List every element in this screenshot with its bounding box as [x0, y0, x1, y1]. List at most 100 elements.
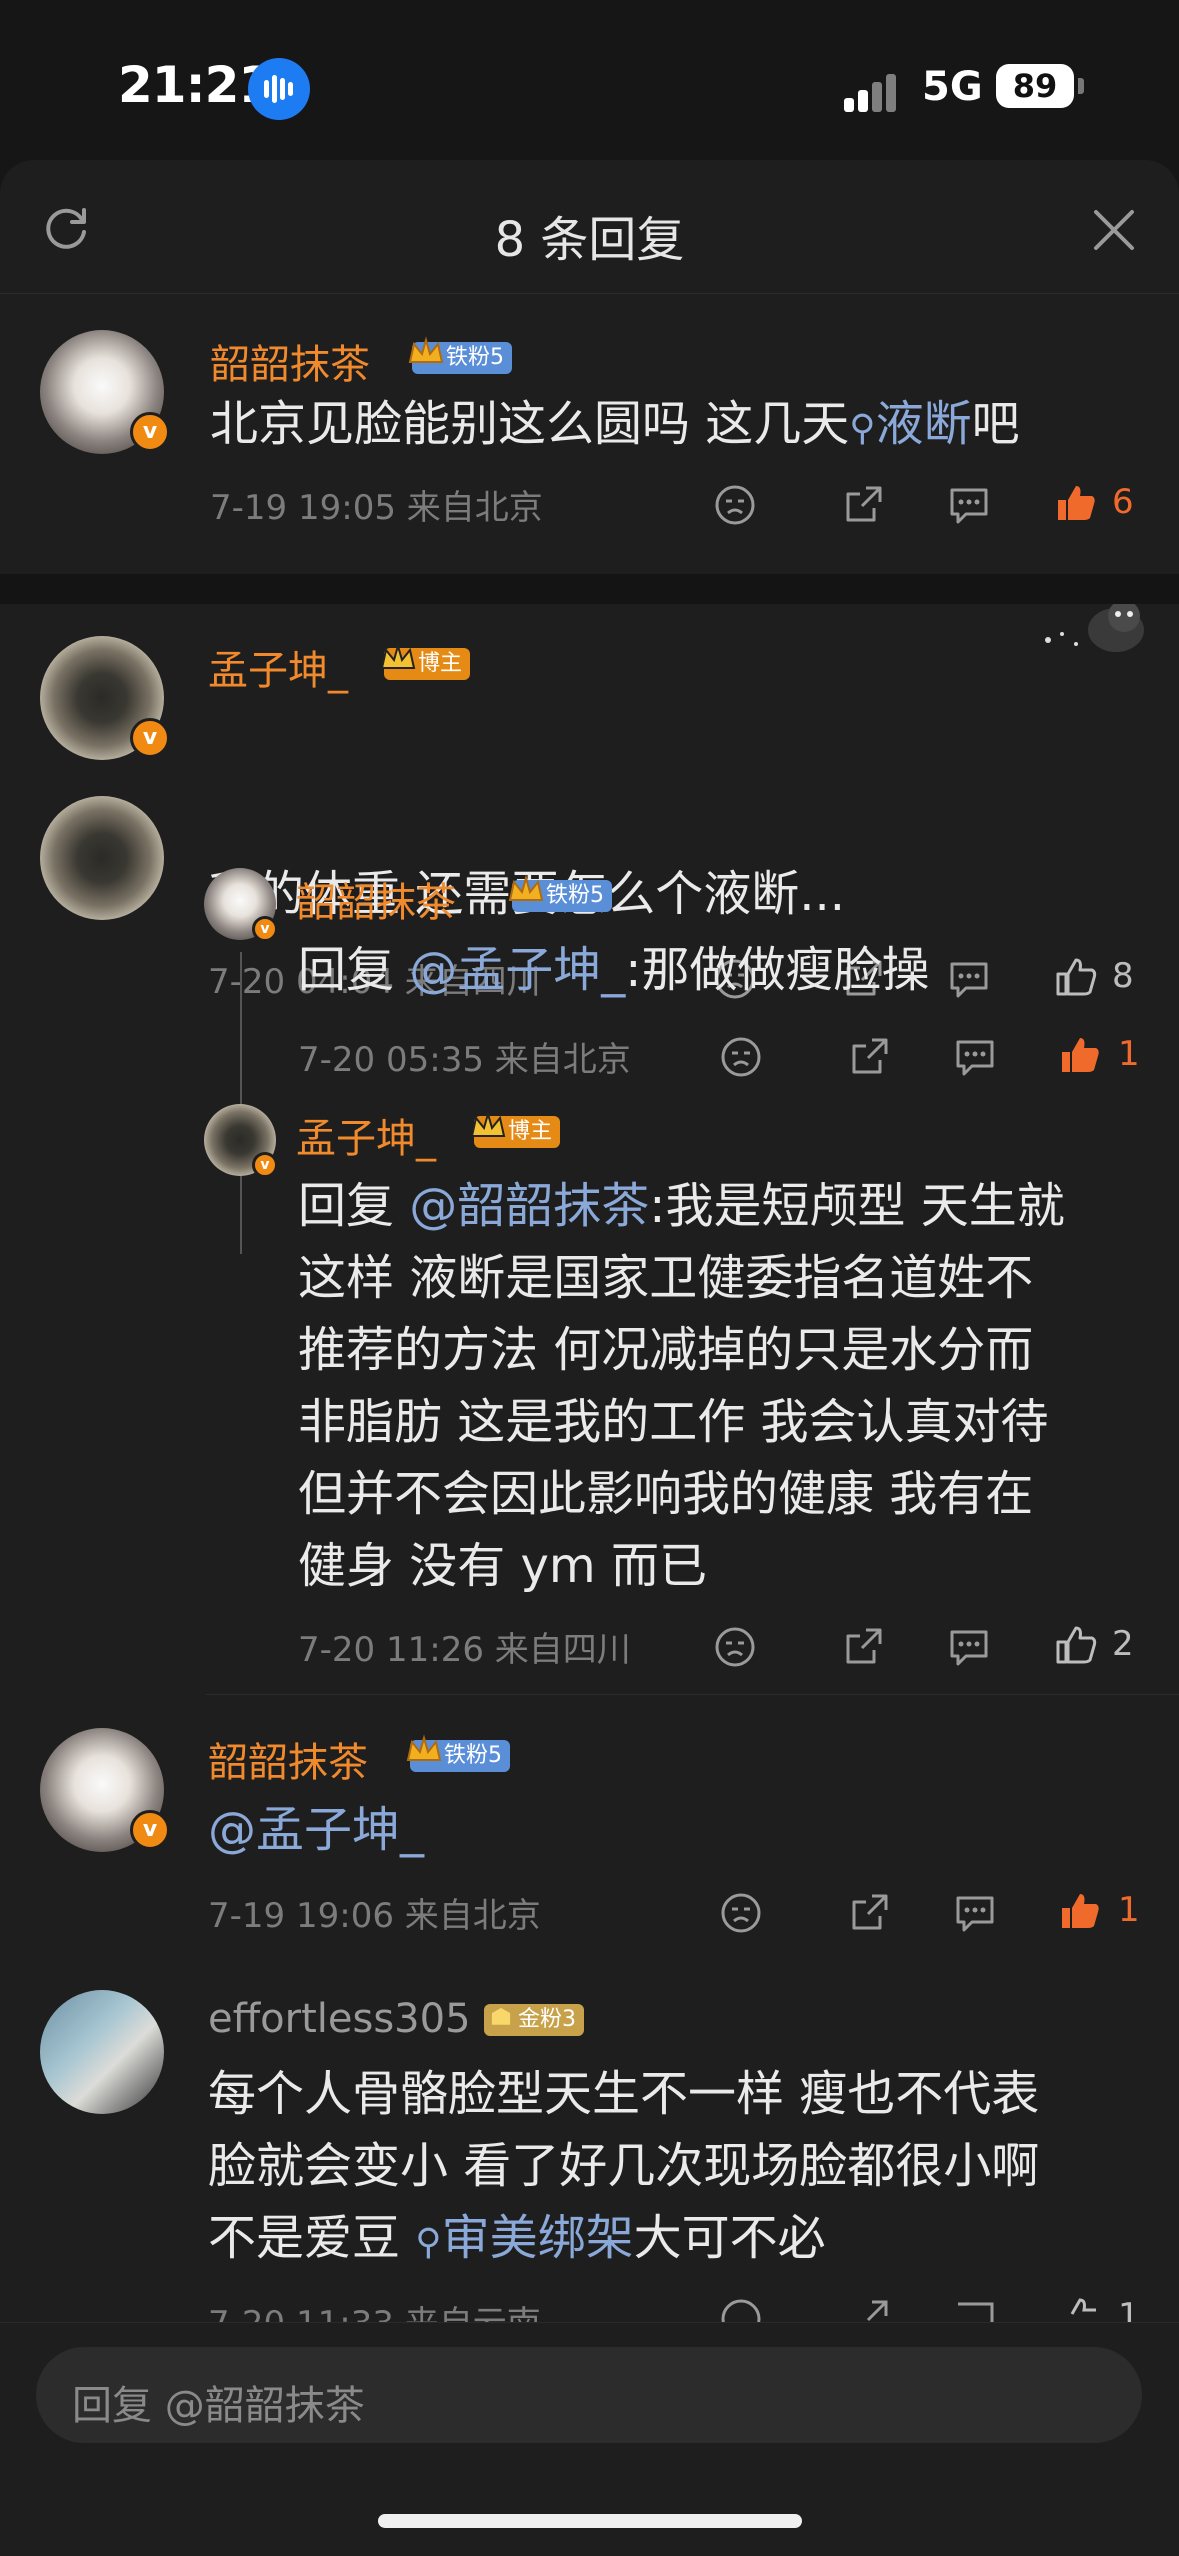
like-count: 1 [1118, 1890, 1140, 1930]
comment-icon[interactable] [952, 1034, 998, 1080]
topic-label: 审美绑架 [441, 2210, 634, 2266]
sheet-title: 8 条回复 [494, 212, 685, 268]
row-divider [206, 1694, 1179, 1695]
verified-badge-icon: v [252, 1152, 278, 1178]
like-count: 8 [1112, 956, 1134, 996]
topic-link[interactable]: ⚲审美绑架 [415, 2210, 633, 2266]
share-icon[interactable] [846, 1890, 892, 1936]
reply-text: 回复 @韶韶抹茶:我是短颅型 天生就 这样 液断是国家卫健委指名道姓不 推荐的方… [298, 1170, 1065, 1602]
username[interactable]: 韶韶抹茶 [296, 870, 456, 928]
comment-text: 每个人骨骼脸型天生不一样 瘦也不代表 脸就会变小 看了好几次现场脸都很小啊 不是… [208, 2058, 1039, 2279]
crown-icon [470, 1110, 506, 1137]
crown-icon [508, 874, 544, 901]
close-icon[interactable] [1086, 202, 1142, 258]
topic-label: 液断 [875, 396, 972, 452]
status-bar: 21:21 5G 89 [0, 0, 1179, 160]
reply-text: 回复 @孟子坤_:那做做瘦脸操 [298, 934, 929, 1006]
voice-activity-icon [248, 58, 310, 120]
root-comment: v 韶韶抹茶 铁粉5 北京见脸能别这么圆吗 这几天⚲液断吧 7-19 19:05… [0, 294, 1179, 652]
reply-text-line: 这样 液断是国家卫健委指名道姓不 [298, 1250, 1034, 1306]
crown-icon [380, 642, 416, 669]
like-icon[interactable] [1056, 1888, 1102, 1934]
comment-icon[interactable] [946, 482, 992, 528]
badge-label: 金粉3 [518, 2007, 576, 2032]
fan-badge: 铁粉5 [406, 1734, 510, 1772]
comment-meta: 7-20 11:26 来自四川 [298, 1630, 631, 1670]
search-icon: ⚲ [849, 408, 876, 449]
avatar[interactable] [40, 796, 164, 920]
comment-icon[interactable] [946, 956, 992, 1002]
badge-label: 博主 [508, 1119, 553, 1144]
reply-text-part: :那做做瘦脸操 [625, 942, 930, 998]
comment-icon[interactable] [946, 1624, 992, 1670]
verified-badge-icon: v [252, 916, 278, 942]
fan-badge: 铁粉5 [408, 336, 512, 374]
crown-icon [406, 1734, 442, 1761]
comment-text: @孟子坤_ [208, 1794, 424, 1866]
like-icon[interactable] [1052, 480, 1098, 526]
sheet-header: 8 条回复 [0, 160, 1179, 294]
mention-link[interactable]: @孟子坤_ [208, 1802, 424, 1858]
reply-prefix: 回复 [298, 942, 410, 998]
crown-icon [408, 336, 444, 363]
share-icon[interactable] [840, 482, 886, 528]
share-icon[interactable] [846, 1034, 892, 1080]
comment-text-line: 脸就会变小 看了好几次现场脸都很小啊 [208, 2138, 1040, 2194]
reply-text-line: 健身 没有 ym 而已 [298, 1538, 707, 1594]
reply-text-line: 推荐的方法 何况减掉的只是水分而 [298, 1322, 1034, 1378]
network-label: 5G [922, 64, 983, 110]
thread-line [240, 952, 242, 1254]
fan-badge: 金粉3 [484, 2004, 584, 2036]
comment-text-part: 北京见脸能别这么圆吗 这几天 [210, 396, 850, 452]
dislike-icon[interactable] [718, 1890, 764, 1936]
reply-placeholder: 回复 @韶韶抹茶 [72, 2383, 365, 2429]
home-indicator[interactable] [378, 2514, 802, 2528]
mention-link[interactable]: @韶韶抹茶 [409, 1178, 649, 1234]
reply-prefix: 回复 [298, 1178, 410, 1234]
badge-label: 铁粉5 [444, 1743, 502, 1768]
like-count: 6 [1112, 482, 1134, 522]
fan-badge: 铁粉5 [508, 874, 612, 912]
signal-icon [844, 72, 904, 112]
like-count: 2 [1112, 1624, 1134, 1664]
like-count: 1 [1118, 1034, 1140, 1074]
verified-badge-icon: v [130, 1810, 170, 1850]
badge-label: 铁粉5 [546, 883, 604, 908]
username[interactable]: 韶韶抹茶 [210, 332, 370, 390]
verified-badge-icon: v [130, 412, 170, 452]
comment-meta: 7-19 19:05 来自北京 [210, 488, 543, 528]
author-badge: 博主 [470, 1110, 561, 1148]
topic-link[interactable]: ⚲液断 [849, 396, 971, 452]
comment-text-part: 不是爱豆 [208, 2210, 416, 2266]
share-icon[interactable] [840, 1624, 886, 1670]
badge-label: 博主 [418, 651, 463, 676]
like-icon[interactable] [1052, 954, 1098, 1000]
comment-meta: 7-20 05:35 来自北京 [298, 1040, 631, 1080]
author-badge: 博主 [380, 642, 471, 680]
verified-badge-icon: v [130, 718, 170, 758]
username[interactable]: 韶韶抹茶 [208, 1730, 368, 1788]
comment-text: 北京见脸能别这么圆吗 这几天⚲液断吧 [210, 388, 1020, 465]
badge-label: 铁粉5 [446, 345, 504, 370]
dislike-icon[interactable] [718, 1034, 764, 1080]
search-icon: ⚲ [415, 2222, 442, 2263]
crown-icon [491, 2007, 511, 2025]
reply-input[interactable]: 回复 @韶韶抹茶 [36, 2347, 1142, 2443]
reply-text-part: :我是短颅型 天生就 [649, 1178, 1065, 1234]
comment-text-part: 大可不必 [633, 2210, 826, 2266]
section-divider [0, 574, 1179, 604]
comment-icon[interactable] [952, 1890, 998, 1936]
dislike-icon[interactable] [712, 482, 758, 528]
dislike-icon[interactable] [712, 1624, 758, 1670]
username[interactable]: 孟子坤_ [208, 638, 348, 696]
username[interactable]: effortless305 [208, 1996, 471, 2042]
like-icon[interactable] [1052, 1622, 1098, 1668]
like-icon[interactable] [1056, 1032, 1102, 1078]
avatar[interactable] [40, 1990, 164, 2114]
comment-text-line: 每个人骨骼脸型天生不一样 瘦也不代表 [208, 2066, 1040, 2122]
battery-icon: 89 [996, 64, 1074, 108]
battery-tip [1078, 78, 1084, 94]
comment-meta: 7-19 19:06 来自北京 [208, 1896, 541, 1936]
username[interactable]: 孟子坤_ [296, 1106, 436, 1164]
mention-link[interactable]: @孟子坤_ [409, 942, 625, 998]
